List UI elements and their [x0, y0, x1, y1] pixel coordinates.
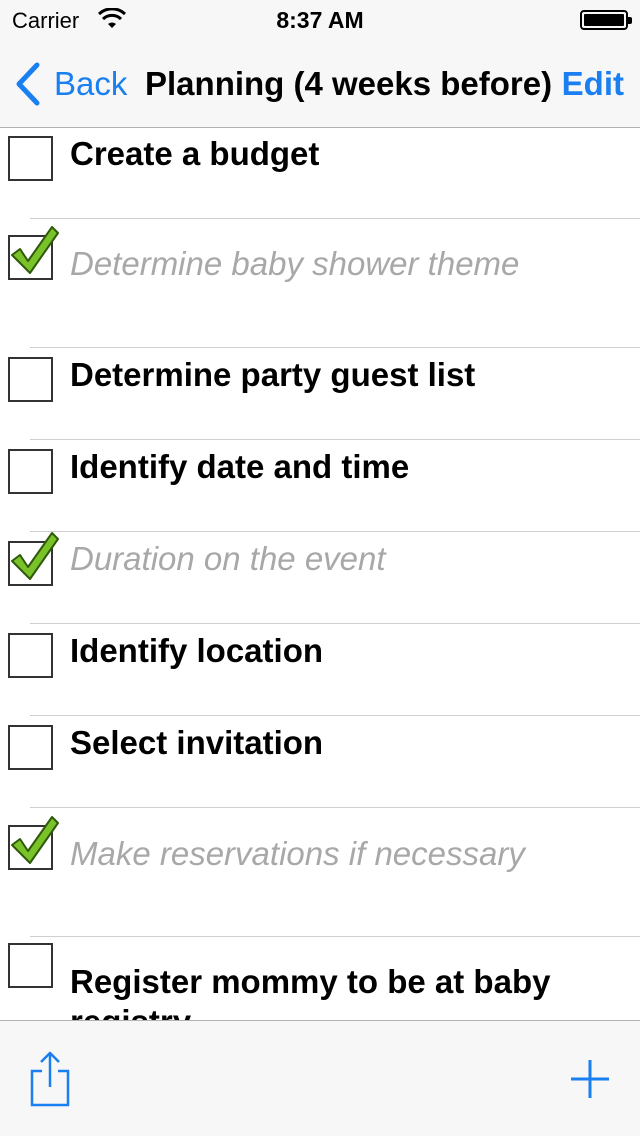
task-label: Select invitation [70, 724, 324, 761]
list-item[interactable]: Make reservations if necessary [0, 808, 640, 937]
page-title: Planning (4 weeks before) [145, 65, 553, 102]
checkbox[interactable] [8, 226, 59, 280]
battery-icon [580, 10, 632, 30]
checkmark-icon [11, 816, 59, 864]
task-list: Create a budget Determine baby shower th… [0, 128, 640, 1020]
list-item[interactable]: Identify location [0, 624, 640, 716]
checkbox[interactable] [8, 357, 53, 402]
checkbox[interactable] [8, 816, 59, 870]
list-item[interactable]: Create a budget [0, 128, 640, 219]
checkbox[interactable] [8, 449, 53, 494]
checkbox[interactable] [8, 532, 59, 586]
back-button[interactable]: Back [14, 60, 127, 108]
status-bar: Carrier 8:37 AM [0, 0, 640, 40]
checkbox[interactable] [8, 943, 53, 988]
task-label: Register mommy to be at baby registry [70, 963, 551, 1020]
status-time: 8:37 AM [276, 7, 364, 33]
task-label: Create a budget [70, 135, 320, 172]
list-item[interactable]: Register mommy to be at baby registry [0, 937, 640, 1020]
share-icon[interactable] [28, 1051, 72, 1107]
navigation-bar: Back Planning (4 weeks before) Edit [0, 40, 640, 128]
task-label: Make reservations if necessary [70, 835, 525, 872]
list-item[interactable]: Duration on the event [0, 532, 640, 624]
task-label: Identify location [70, 632, 324, 669]
list-item[interactable]: Determine baby shower theme [0, 219, 640, 348]
plus-icon[interactable] [570, 1059, 610, 1099]
checkbox[interactable] [8, 136, 53, 181]
checkbox[interactable] [8, 725, 53, 770]
task-label: Determine baby shower theme [70, 245, 520, 282]
list-item[interactable]: Determine party guest list [0, 348, 640, 440]
checkmark-icon [11, 226, 59, 274]
edit-button[interactable]: Edit [562, 65, 624, 103]
bottom-toolbar [0, 1020, 640, 1136]
checkbox[interactable] [8, 633, 53, 678]
list-item[interactable]: Identify date and time [0, 440, 640, 532]
back-button-label: Back [54, 65, 128, 102]
task-label: Identify date and time [70, 448, 410, 485]
task-label: Determine party guest list [70, 356, 476, 393]
list-item[interactable]: Select invitation [0, 716, 640, 808]
checkmark-icon [11, 532, 59, 580]
task-label: Duration on the event [70, 540, 386, 577]
chevron-left-icon [16, 62, 40, 106]
